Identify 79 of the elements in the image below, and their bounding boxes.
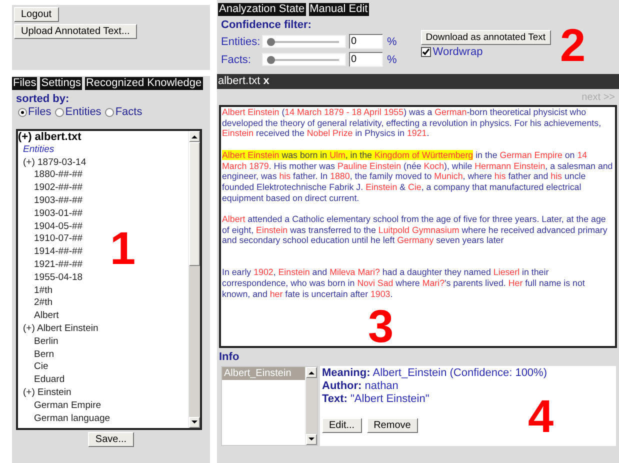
slider-thumb[interactable] xyxy=(267,38,275,46)
scrollbar[interactable] xyxy=(188,131,200,428)
scroll-down-button[interactable] xyxy=(306,434,317,445)
unit-label: % xyxy=(387,54,397,66)
tree-item[interactable]: Cie xyxy=(18,361,48,374)
tree-item[interactable]: German language xyxy=(18,412,110,426)
detail-line: Author: nathan xyxy=(322,380,400,393)
tree-item[interactable]: 1902-##-## xyxy=(18,182,83,195)
tree-item[interactable]: 1#th xyxy=(18,284,52,298)
radio-option[interactable]: Facts xyxy=(105,106,142,118)
scroll-up-button[interactable] xyxy=(189,131,200,142)
paragraph: Albert Einstein (14 March 1879 - 18 April 1955) was a German-born theoretical physicist who developed the theory of general relativity, effecting a revolution in physics. For his achievements, Einstein received the Nobel Prize in Physics in 1921. xyxy=(222,107,602,140)
callout-number: 3 xyxy=(368,300,394,352)
tree-item[interactable]: 1904-05-## xyxy=(18,220,83,234)
tree-item[interactable]: (+) 1879-03-14 xyxy=(18,156,86,170)
tree-item[interactable]: 1955-04-18 xyxy=(18,272,83,285)
slider[interactable] xyxy=(262,35,346,48)
caret-up-icon xyxy=(308,370,315,375)
tree-item[interactable]: Eduard xyxy=(18,374,65,387)
toolbar-button[interactable]: Upload Annotated Text... xyxy=(14,24,137,39)
save-button[interactable]: Save... xyxy=(88,432,134,447)
scroll-down-button[interactable] xyxy=(189,417,200,428)
sort-label: sorted by: xyxy=(16,93,70,105)
section-label: Entities xyxy=(22,144,54,157)
checkbox-icon[interactable] xyxy=(420,47,431,57)
scroll-thumb[interactable] xyxy=(189,142,200,266)
scroll-up-button[interactable] xyxy=(306,367,317,378)
action-button[interactable]: Remove xyxy=(366,418,418,433)
tab[interactable]: Files xyxy=(12,77,38,90)
slider-thumb[interactable] xyxy=(267,56,275,64)
radio-option[interactable]: Entities xyxy=(55,106,102,118)
tree-item[interactable]: 1910-07-## xyxy=(18,233,83,246)
callout-number: 1 xyxy=(110,222,136,274)
tree-item[interactable]: Albert xyxy=(18,310,59,323)
download-button[interactable]: Download as annotated Text xyxy=(420,30,550,45)
tree-item[interactable]: 1880-##-## xyxy=(18,169,83,182)
tree-item[interactable]: 2#th xyxy=(18,297,52,310)
paragraph: In early 1902, Einstein and Mileva Mari? had a daughter they named Lieserl in their correspondence, who was born in Novi Sad where Mari?'s parents lived. Her full name is not known, and her fate is uncertain after 1903. xyxy=(222,267,586,300)
caret-up-icon xyxy=(191,134,198,139)
tree-item[interactable]: Bern xyxy=(18,348,54,362)
caret-down-icon xyxy=(191,420,198,425)
tree-item[interactable]: 1914-##-## xyxy=(18,246,83,259)
tab[interactable]: Recognized Knowledge xyxy=(84,77,203,90)
detail-line: Meaning: Albert_Einstein (Confidence: 100%) xyxy=(322,367,548,380)
info-title: Info xyxy=(219,351,240,363)
tree-item[interactable]: (+) Albert Einstein xyxy=(18,322,98,336)
slider-label: Entities: xyxy=(221,36,260,48)
radio-icon[interactable] xyxy=(55,108,64,116)
tree-item[interactable]: Berlin xyxy=(18,336,58,349)
caret-down-icon xyxy=(308,437,315,442)
input-field[interactable]: 0 xyxy=(349,52,383,67)
tree-item[interactable]: 1921-##-## xyxy=(18,258,83,272)
tree-item[interactable]: German Empire xyxy=(18,400,102,413)
slider-label: Facts: xyxy=(221,54,252,66)
radio-icon[interactable] xyxy=(105,108,114,116)
tree-item[interactable]: 1903-01-## xyxy=(18,208,83,221)
tree-item[interactable]: 1903-##-## xyxy=(18,194,83,208)
tree-item[interactable]: (+) Einstein xyxy=(18,386,72,400)
unit-label: % xyxy=(387,36,397,48)
toolbar-button[interactable]: Logout xyxy=(14,7,59,22)
document-tab[interactable]: albert.txt xyxy=(218,74,260,89)
tab[interactable]: Settings xyxy=(40,77,82,90)
callout-number: 2 xyxy=(560,19,586,71)
scrollbar[interactable] xyxy=(305,367,317,445)
detail-line: Text: "Albert Einstein" xyxy=(322,393,430,406)
radio-icon[interactable] xyxy=(18,108,27,116)
filter-title: Confidence filter: xyxy=(221,19,312,31)
wordwrap-checkbox[interactable]: Wordwrap xyxy=(420,46,483,58)
callout-number: 4 xyxy=(528,390,554,442)
radio-option[interactable]: Files xyxy=(18,106,52,118)
tab[interactable]: Analyzation State xyxy=(218,3,306,16)
paragraph: Albert attended a Catholic elementary school from the age of five for three years. Later, at the age of eight, Einstein was transferred to the Luitpold Gymnasium where he received advanced primary and secondary school education until he left Germany seven years later xyxy=(222,214,608,246)
tree-item[interactable]: (+) albert.txt xyxy=(18,131,82,144)
close-icon[interactable]: x xyxy=(263,74,270,89)
paragraph: Albert Einstein was born in Ulm, in the Kingdom of Württemberg in the German Empire on 14 March 1879. His mother was Pauline Einstein (née Koch), while Hermann Einstein, a salesman and engineer, was his father. In 1880, the family moved to Munich, where his father and his uncle founded Elektrotechnische Fabrik J. Einstein & Cie, a company that manufactured electrical equipment based on direct current. xyxy=(222,150,614,204)
action-button[interactable]: Edit... xyxy=(322,418,362,433)
slider[interactable] xyxy=(262,53,346,66)
input-field[interactable]: 0 xyxy=(349,34,383,49)
tab[interactable]: Manual Edit xyxy=(308,3,369,16)
